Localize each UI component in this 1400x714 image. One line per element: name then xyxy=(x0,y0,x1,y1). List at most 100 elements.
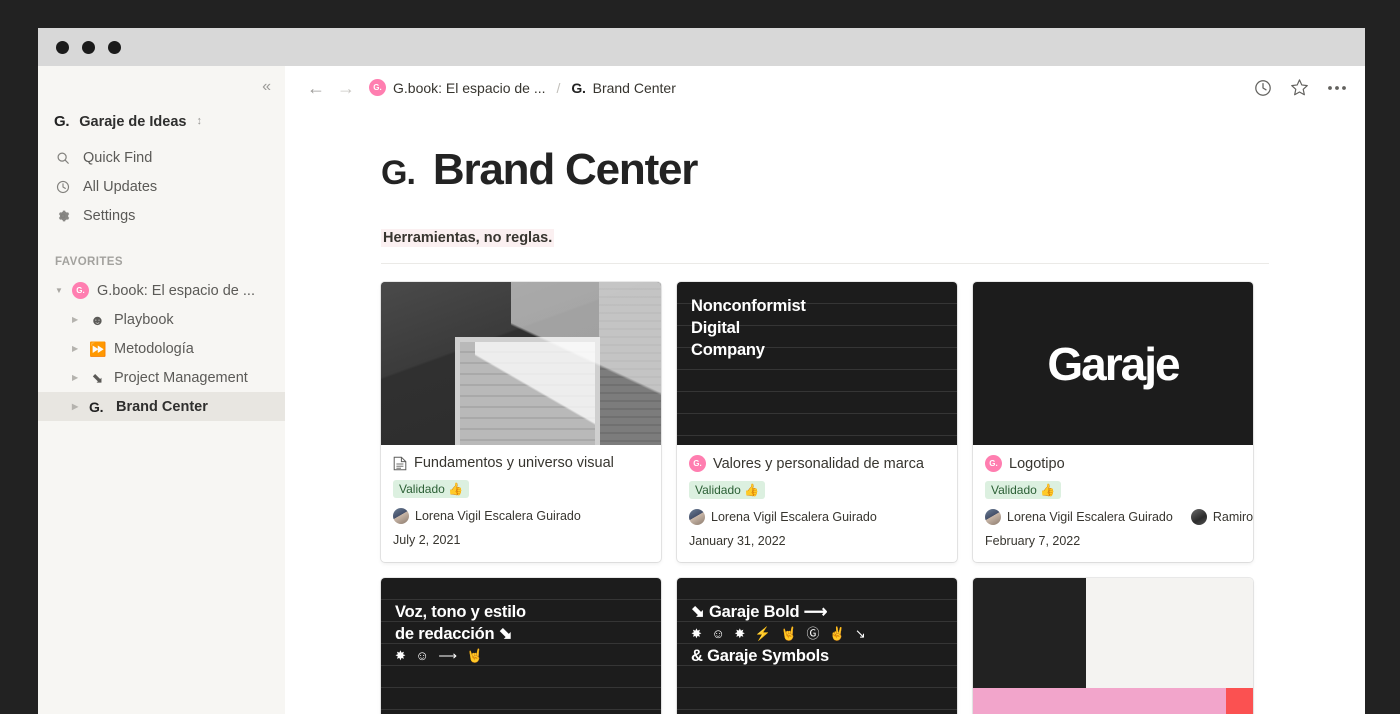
page-title-text: Brand Center xyxy=(432,145,699,194)
chevron-down-icon[interactable]: ▼ xyxy=(55,286,64,295)
sidebar-item-label: Settings xyxy=(83,207,136,224)
forward-arrow-icon[interactable]: → xyxy=(331,79,361,97)
workspace-switcher[interactable]: G. Garaje de Ideas ↕ xyxy=(38,108,285,135)
gallery-card[interactable]: Voz, tono y estilo de redacción ⬊ ✸ ☺ ⟶ … xyxy=(381,578,661,714)
gear-icon xyxy=(55,208,71,224)
window-titlebar xyxy=(38,28,1365,66)
page-callout: Herramientas, no reglas. xyxy=(381,229,1269,247)
sidebar-item-quick-find[interactable]: Quick Find xyxy=(38,143,285,172)
chevron-right-icon[interactable]: ▶ xyxy=(72,344,81,353)
breadcrumb-label: G.book: El espacio de ... xyxy=(393,79,546,96)
card-body: G. Valores y personalidad de marca Valid… xyxy=(677,445,957,562)
cover-line: Company xyxy=(691,341,765,359)
chevron-right-icon[interactable]: ▶ xyxy=(72,402,81,411)
gallery-card[interactable]: Fundamentos y universo visual Validado 👍… xyxy=(381,282,661,562)
card-people: Lorena Vigil Escalera Guirado Ramiro M xyxy=(985,509,1253,525)
gallery-card[interactable]: ⬊ Garaje Bold ⟶ ✸ ☺ ✸ ⚡ 🤘 Ⓖ ✌ ↘ & Garaje… xyxy=(677,578,957,714)
status-badge: Validado 👍 xyxy=(393,480,470,498)
window-close-button[interactable] xyxy=(56,40,69,54)
back-arrow-icon[interactable]: ← xyxy=(301,79,331,97)
sidebar-tree-item-label: G.book: El espacio de ... xyxy=(97,282,255,299)
chevron-up-down-icon: ↕ xyxy=(196,115,202,127)
card-cover-photo xyxy=(381,282,661,445)
sidebar-item-all-updates[interactable]: All Updates xyxy=(38,172,285,201)
breadcrumb-separator: / xyxy=(556,79,561,96)
cover-line: Nonconformist xyxy=(691,297,806,315)
g-bubble-icon: G. xyxy=(689,455,706,472)
sidebar-tree-item-brand-center[interactable]: ▶ G. Brand Center xyxy=(38,392,285,421)
sidebar: « G. Garaje de Ideas ↕ Quick Find All Up… xyxy=(38,66,285,714)
sidebar-tree-item-metodologia[interactable]: ▶ ⏩ Metodología xyxy=(38,334,285,363)
card-cover-text: ⬊ Garaje Bold ⟶ ✸ ☺ ✸ ⚡ 🤘 Ⓖ ✌ ↘ & Garaje… xyxy=(677,578,957,714)
search-icon xyxy=(55,150,71,166)
cover-line: de redacción ⬊ xyxy=(395,625,513,643)
breadcrumb-label: Brand Center xyxy=(592,79,676,96)
chevron-right-icon[interactable]: ▶ xyxy=(72,373,81,382)
breadcrumb-item-gbook[interactable]: G. G.book: El espacio de ... xyxy=(369,79,546,96)
card-cover-blocks xyxy=(973,578,1253,714)
window-zoom-button[interactable] xyxy=(108,40,121,54)
collapse-sidebar-icon[interactable]: « xyxy=(262,79,271,95)
cover-block-dark xyxy=(973,578,1086,688)
sidebar-tree-item-gbook[interactable]: ▼ G. G.book: El espacio de ... xyxy=(38,276,285,305)
gallery-card[interactable] xyxy=(973,578,1253,714)
sidebar-tree-item-project-management[interactable]: ▶ ⬊ Project Management xyxy=(38,363,285,392)
g-mono-icon: G. xyxy=(89,398,104,415)
clock-icon xyxy=(55,179,71,195)
sidebar-section-favorites: FAVORITES xyxy=(55,256,123,268)
avatar xyxy=(689,509,705,525)
star-icon[interactable] xyxy=(1290,78,1309,97)
page-callout-text: Herramientas, no reglas. xyxy=(381,229,555,247)
breadcrumb-item-brand-center[interactable]: G. Brand Center xyxy=(571,80,675,96)
cover-block-pink xyxy=(973,688,1253,714)
more-horizontal-icon[interactable] xyxy=(1327,85,1347,91)
workspace-name: Garaje de Ideas xyxy=(79,113,187,130)
card-title: Logotipo xyxy=(1009,455,1065,472)
cover-line: Voz, tono y estilo xyxy=(395,603,526,621)
gallery-card[interactable]: Garaje G. Logotipo Validado 👍 Lorena Vig… xyxy=(973,282,1253,562)
page-content: G. Brand Center Herramientas, no reglas. xyxy=(285,109,1365,714)
card-title-row: Fundamentos y universo visual xyxy=(393,455,649,471)
sidebar-tree-item-label: Metodología xyxy=(114,340,194,357)
g-bubble-icon: G. xyxy=(369,79,386,96)
arrow-down-right-icon: ⬊ xyxy=(91,369,104,386)
card-date: January 31, 2022 xyxy=(689,534,786,548)
sidebar-tree-item-label: Brand Center xyxy=(116,398,208,415)
topbar: ← → G. G.book: El espacio de ... / G. Br… xyxy=(285,66,1365,109)
card-people: Lorena Vigil Escalera Guirado xyxy=(689,509,945,525)
card-people: Lorena Vigil Escalera Guirado xyxy=(393,508,649,524)
app-window: « G. Garaje de Ideas ↕ Quick Find All Up… xyxy=(38,28,1365,714)
smiley-icon: ☻ xyxy=(90,311,105,328)
card-cover-text: Voz, tono y estilo de redacción ⬊ ✸ ☺ ⟶ … xyxy=(381,578,661,714)
card-cover-text: Nonconformist Digital Company xyxy=(677,282,957,445)
chevron-right-icon[interactable]: ▶ xyxy=(72,315,81,324)
clock-history-icon[interactable] xyxy=(1254,79,1272,97)
card-title: Fundamentos y universo visual xyxy=(414,455,614,471)
avatar xyxy=(1190,509,1207,525)
card-title: Valores y personalidad de marca xyxy=(713,455,924,472)
gallery-card[interactable]: Nonconformist Digital Company G. Valores… xyxy=(677,282,957,562)
avatar xyxy=(985,509,1001,525)
card-date: February 7, 2022 xyxy=(985,534,1081,548)
sidebar-tree-item-playbook[interactable]: ▶ ☻ Playbook xyxy=(38,305,285,334)
cover-symbols: ✸ ☺ ⟶ 🤘 xyxy=(395,648,486,663)
fast-forward-icon: ⏩ xyxy=(89,340,107,357)
window-minimize-button[interactable] xyxy=(82,40,95,54)
sidebar-item-label: Quick Find xyxy=(83,149,153,166)
g-bubble-icon: G. xyxy=(72,282,89,299)
cover-line: & Garaje Symbols xyxy=(691,647,830,665)
sidebar-tree-item-label: Project Management xyxy=(114,369,248,386)
status-badge: Validado 👍 xyxy=(689,481,766,499)
cover-block-red xyxy=(1226,688,1253,714)
page-title: G. Brand Center xyxy=(381,145,1269,195)
cover-line: Digital xyxy=(691,319,741,337)
workspace-logo-icon: G. xyxy=(54,113,70,130)
avatar xyxy=(393,508,409,524)
card-date: July 2, 2021 xyxy=(393,533,461,547)
person-name: Lorena Vigil Escalera Guirado xyxy=(415,509,581,523)
cover-line: ⬊ Garaje Bold ⟶ xyxy=(691,603,828,621)
sidebar-tree-item-label: Playbook xyxy=(114,311,174,328)
card-title-row: G. Valores y personalidad de marca xyxy=(689,455,945,472)
document-icon xyxy=(393,456,407,471)
sidebar-item-settings[interactable]: Settings xyxy=(38,201,285,230)
